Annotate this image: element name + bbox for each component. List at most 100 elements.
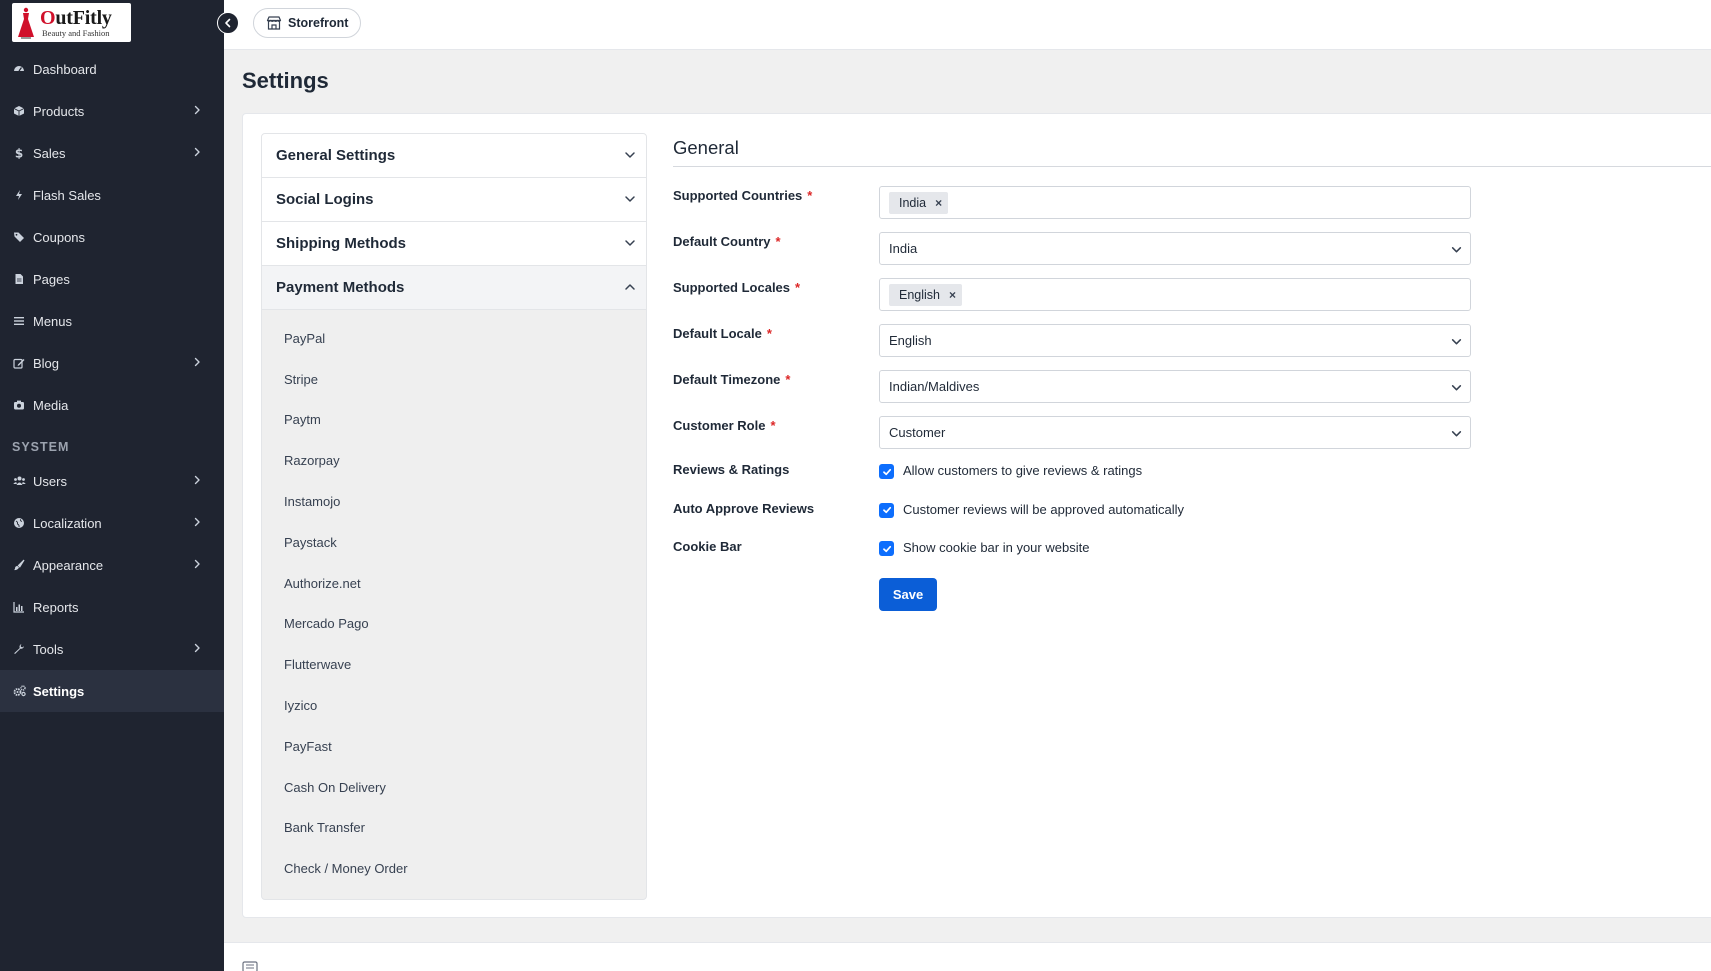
cookie-bar-label: Cookie Bar (673, 539, 742, 554)
settings-accordion: General Settings Social Logins Shipping Me… (261, 133, 647, 900)
sidebar-item-users[interactable]: Users (0, 460, 224, 502)
bolt-icon (12, 188, 26, 202)
accordion-general-settings[interactable]: General Settings (262, 134, 646, 178)
save-button[interactable]: Save (879, 577, 937, 611)
customer-role-select[interactable]: Customer (879, 416, 1471, 449)
top-bar: Storefront (224, 0, 1711, 50)
chart-icon (12, 600, 26, 614)
sidebar-item-label: Media (33, 397, 69, 413)
reviews-checkbox-label[interactable]: Allow customers to give reviews & rating… (903, 463, 1142, 478)
supported-countries-select[interactable]: India × (879, 186, 1471, 219)
supported-locales-select[interactable]: English × (879, 278, 1471, 311)
sidebar-item-media[interactable]: Media (0, 384, 224, 426)
users-icon (12, 474, 26, 488)
default-timezone-select[interactable]: Indian/Maldives (879, 370, 1471, 403)
payment-method-paystack[interactable]: Paystack (262, 522, 646, 563)
default-country-select[interactable]: India (879, 232, 1471, 265)
reviews-checkbox[interactable] (879, 464, 894, 479)
sidebar-item-label: Coupons (33, 229, 86, 245)
chevron-right-icon (194, 559, 200, 569)
accordion-shipping-methods[interactable]: Shipping Methods (262, 222, 646, 266)
sidebar-section-system: SYSTEM (12, 440, 70, 454)
payment-method-payfast[interactable]: PayFast (262, 726, 646, 767)
bars-icon (12, 314, 26, 328)
customer-role-value: Customer (889, 425, 946, 440)
default-country-row: Default Country * India (673, 232, 1711, 278)
payment-method-check-money-order[interactable]: Check / Money Order (262, 848, 646, 889)
chevron-up-icon (625, 284, 635, 290)
keyboard-icon[interactable] (242, 961, 258, 971)
chevron-right-icon (194, 643, 200, 653)
payment-method-authorize-net[interactable]: Authorize.net (262, 563, 646, 604)
chevron-down-icon (1451, 385, 1462, 391)
auto-approve-checkbox-label[interactable]: Customer reviews will be approved automa… (903, 502, 1184, 517)
payment-method-cash-on-delivery[interactable]: Cash On Delivery (262, 767, 646, 808)
sidebar-item-settings[interactable]: Settings (0, 670, 224, 712)
file-icon (12, 272, 26, 286)
accordion-payment-methods[interactable]: Payment Methods (262, 266, 646, 310)
sidebar-item-menus[interactable]: Menus (0, 300, 224, 342)
tag-label: India (899, 195, 927, 210)
payment-method-flutterwave[interactable]: Flutterwave (262, 644, 646, 685)
sidebar-item-reports[interactable]: Reports (0, 586, 224, 628)
storefront-label: Storefront (288, 16, 349, 30)
accordion-title: General Settings (276, 147, 396, 164)
payment-method-paytm[interactable]: Paytm (262, 400, 646, 441)
sidebar-item-tools[interactable]: Tools (0, 628, 224, 670)
auto-approve-checkbox[interactable] (879, 502, 894, 518)
sidebar-item-coupons[interactable]: Coupons (0, 216, 224, 258)
sidebar-item-pages[interactable]: Pages (0, 258, 224, 300)
chevron-right-icon (194, 475, 200, 485)
chevron-left-icon (225, 18, 231, 28)
sidebar-item-flash-sales[interactable]: Flash Sales (0, 174, 224, 216)
payment-method-stripe[interactable]: Stripe (262, 359, 646, 400)
payment-method-bank-transfer[interactable]: Bank Transfer (262, 808, 646, 849)
customer-role-row: Customer Role * Customer (673, 416, 1711, 462)
sidebar-item-appearance[interactable]: Appearance (0, 544, 224, 586)
sidebar-item-localization[interactable]: Localization (0, 502, 224, 544)
camera-icon (12, 398, 26, 412)
default-country-label: Default Country (673, 234, 771, 249)
sidebar-collapse-button[interactable] (217, 12, 239, 34)
tags-icon (12, 230, 26, 244)
sidebar-item-label: Dashboard (33, 61, 97, 77)
dashboard-icon (12, 62, 26, 76)
storefront-button[interactable]: Storefront (253, 8, 362, 38)
payment-method-razorpay[interactable]: Razorpay (262, 440, 646, 481)
globe-icon (12, 516, 26, 530)
tag-remove-icon[interactable]: × (949, 288, 956, 302)
accordion-social-logins[interactable]: Social Logins (262, 178, 646, 222)
default-country-value: India (889, 241, 918, 256)
default-timezone-label: Default Timezone (673, 372, 781, 387)
required-mark: * (766, 326, 772, 341)
cookie-bar-checkbox-label[interactable]: Show cookie bar in your website (903, 540, 1089, 555)
default-locale-select[interactable]: English (879, 324, 1471, 357)
svg-text:$: $ (15, 147, 23, 159)
tag-remove-icon[interactable]: × (935, 196, 942, 210)
default-locale-label: Default Locale (673, 326, 762, 341)
payment-method-paypal[interactable]: PayPal (262, 318, 646, 359)
sidebar-item-label: Settings (33, 683, 85, 699)
sidebar-item-label: Reports (33, 599, 79, 615)
required-mark: * (785, 372, 791, 387)
default-timezone-value: Indian/Maldives (889, 379, 980, 394)
sidebar-item-sales[interactable]: $ Sales (0, 132, 224, 174)
chevron-down-icon (625, 240, 635, 246)
required-mark: * (795, 280, 801, 295)
payment-method-instamojo[interactable]: Instamojo (262, 481, 646, 522)
brand-logo[interactable]: OutFitly Beauty and Fashion (12, 3, 131, 42)
reviews-row: Reviews & Ratings Allow customers to giv… (673, 462, 1711, 501)
chevron-right-icon (194, 147, 200, 157)
payment-method-mercado-pago[interactable]: Mercado Pago (262, 604, 646, 645)
payment-method-iyzico[interactable]: Iyzico (262, 685, 646, 726)
check-icon (882, 545, 891, 552)
chevron-right-icon (194, 357, 200, 367)
required-mark: * (775, 234, 781, 249)
sidebar-item-blog[interactable]: Blog (0, 342, 224, 384)
cookie-bar-checkbox[interactable] (879, 541, 894, 556)
tag-label: English (899, 287, 940, 302)
sidebar-item-products[interactable]: Products (0, 90, 224, 132)
store-icon (266, 16, 282, 30)
auto-approve-row: Auto Approve Reviews Customer reviews wi… (673, 501, 1711, 540)
sidebar-item-dashboard[interactable]: Dashboard (0, 48, 224, 90)
